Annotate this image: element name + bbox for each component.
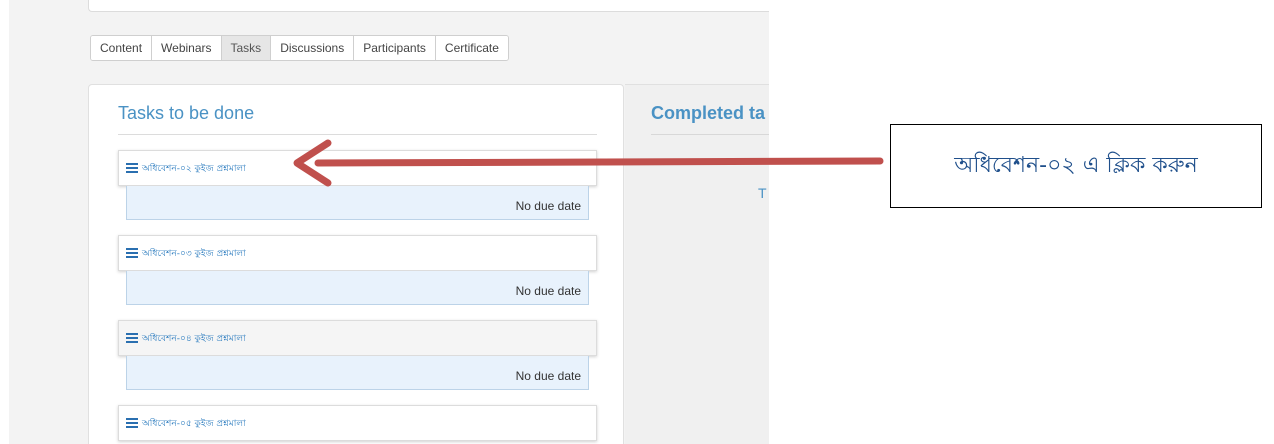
task-link-session-03[interactable]: অধিবেশন-০৩ কুইজ প্রশ্নমালা — [142, 246, 246, 261]
tab-webinars[interactable]: Webinars — [152, 36, 222, 60]
completed-panel-text: T — [758, 185, 767, 201]
task-link-session-05[interactable]: অধিবেশন-০৫ কুইজ প্রশ্নমালা — [142, 416, 246, 431]
quiz-stack-icon — [126, 163, 138, 173]
task-item: অধিবেশন-০৫ কুইজ প্রশ্নমালা — [118, 405, 597, 441]
task-item: অধিবেশন-০৪ কুইজ প্রশ্নমালা No due date — [118, 320, 597, 390]
tab-discussions[interactable]: Discussions — [271, 36, 355, 60]
completed-tasks-panel: Completed ta T — [625, 84, 769, 444]
tab-certificate[interactable]: Certificate — [435, 36, 508, 60]
tasks-to-be-done-panel: Tasks to be done অধিবেশন-০২ কুইজ প্রশ্নম… — [88, 84, 624, 444]
task-header[interactable]: অধিবেশন-০৩ কুইজ প্রশ্নমালা — [118, 235, 597, 271]
callout-text: অধিবেশন-০২ এ ক্লিক করুন — [954, 152, 1198, 178]
task-header[interactable]: অধিবেশন-০২ কুইজ প্রশ্নমালা — [118, 150, 597, 186]
panel-divider — [651, 134, 769, 135]
task-link-session-02[interactable]: অধিবেশন-০২ কুইজ প্রশ্নমালা — [142, 161, 246, 176]
completed-panel-title: Completed ta — [651, 103, 766, 123]
tab-participants[interactable]: Participants — [354, 36, 436, 60]
task-header[interactable]: অধিবেশন-০৫ কুইজ প্রশ্নমালা — [118, 405, 597, 441]
task-item: অধিবেশন-০২ কুইজ প্রশ্নমালা No due date — [118, 150, 597, 220]
instruction-callout: অধিবেশন-০২ এ ক্লিক করুন — [890, 124, 1262, 208]
task-link-session-04[interactable]: অধিবেশন-০৪ কুইজ প্রশ্নমালা — [142, 331, 246, 346]
task-due-date: No due date — [126, 271, 589, 305]
tasks-panel-title: Tasks to be done — [118, 103, 255, 123]
quiz-stack-icon — [126, 418, 138, 428]
tab-content[interactable]: Content — [91, 36, 153, 60]
quiz-stack-icon — [126, 248, 138, 258]
page: Content Webinars Tasks Discussions Parti… — [0, 0, 1274, 444]
tab-tasks[interactable]: Tasks — [221, 36, 272, 60]
quiz-stack-icon — [126, 333, 138, 343]
panel-divider — [118, 134, 597, 135]
task-header[interactable]: অধিবেশন-০৪ কুইজ প্রশ্নমালা — [118, 320, 597, 356]
course-header-card — [88, 0, 769, 12]
task-item: অধিবেশন-০৩ কুইজ প্রশ্নমালা No due date — [118, 235, 597, 305]
course-tabs: Content Webinars Tasks Discussions Parti… — [90, 35, 509, 61]
task-due-date: No due date — [126, 186, 589, 220]
task-due-date: No due date — [126, 356, 589, 390]
